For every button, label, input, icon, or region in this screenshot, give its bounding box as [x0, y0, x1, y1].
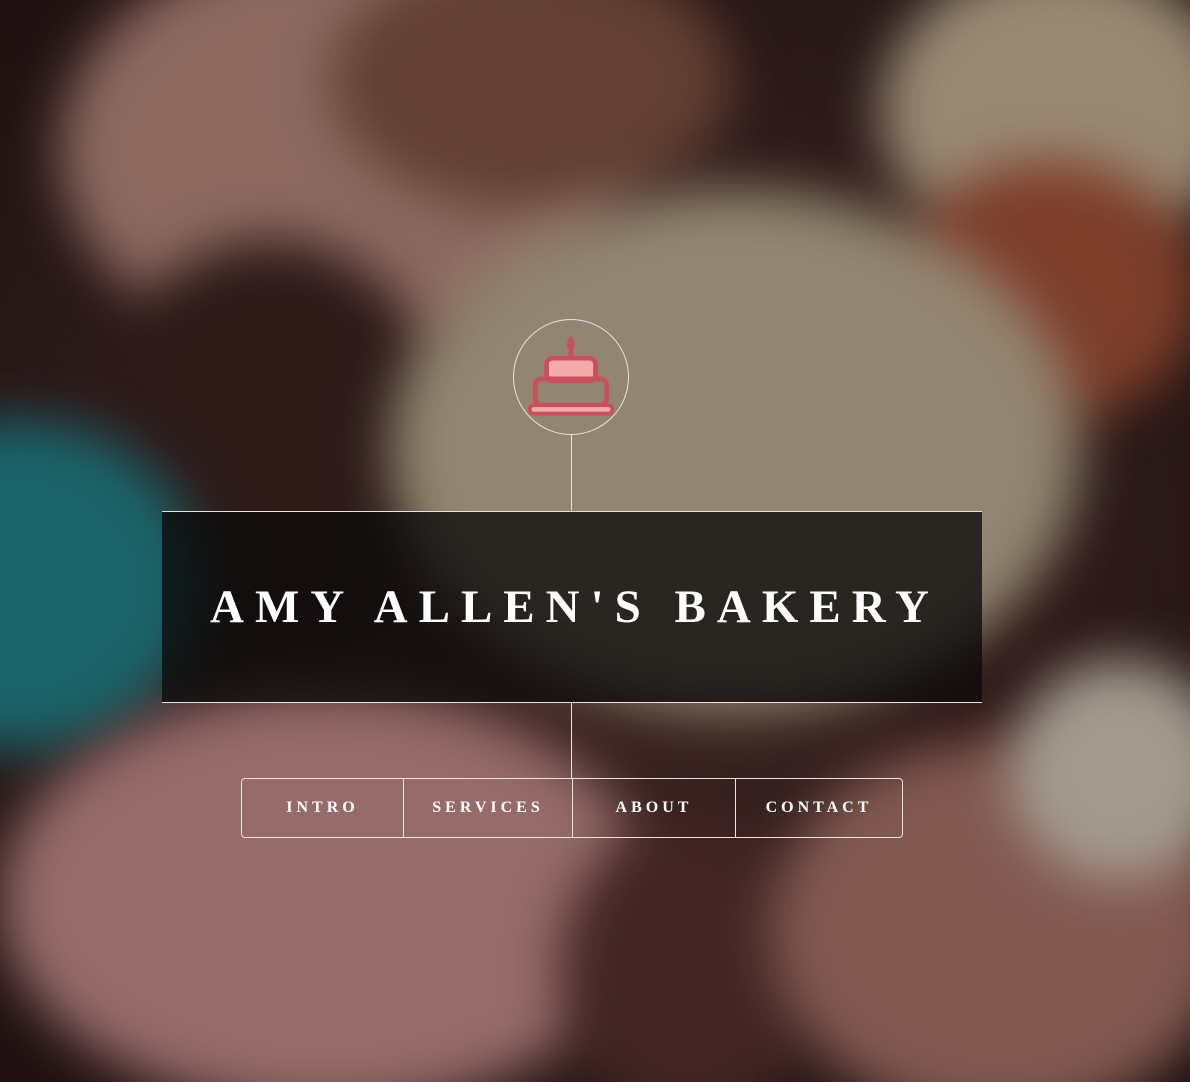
- logo: [513, 319, 629, 435]
- nav-contact[interactable]: CONTACT: [735, 779, 902, 837]
- site-title: AMY ALLEN'S BAKERY: [210, 581, 940, 633]
- main-nav: INTRO SERVICES ABOUT CONTACT: [241, 778, 903, 838]
- landing-page: AMY ALLEN'S BAKERY INTRO SERVICES ABOUT …: [0, 0, 1190, 1082]
- nav-about[interactable]: ABOUT: [572, 779, 735, 837]
- title-box: AMY ALLEN'S BAKERY: [162, 511, 982, 703]
- connector-line-top: [571, 435, 572, 511]
- nav-intro[interactable]: INTRO: [242, 779, 403, 837]
- birthday-cake-icon: [527, 335, 615, 416]
- connector-line-bottom: [571, 702, 572, 778]
- nav-services[interactable]: SERVICES: [403, 779, 572, 837]
